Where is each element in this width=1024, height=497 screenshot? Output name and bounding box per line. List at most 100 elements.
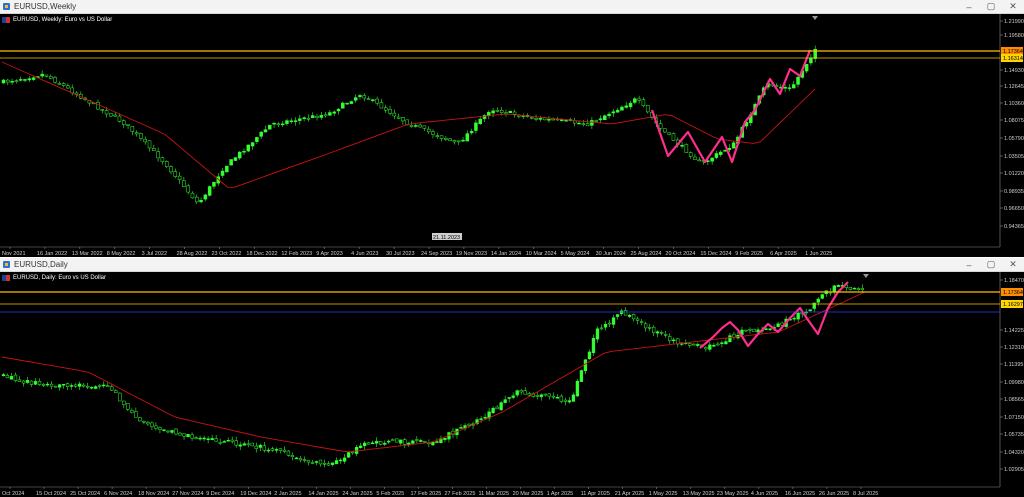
daily-price-chart[interactable]: 1.18470 1.17364 1.16297 1.14225 1.12310 1.113… (0, 272, 1024, 497)
candle-body (571, 394, 576, 402)
candle-body (250, 142, 255, 147)
candle-body (808, 309, 812, 312)
candle-body (435, 441, 439, 443)
candle-body (744, 329, 748, 332)
candle-body (234, 440, 238, 446)
candle-body (206, 438, 210, 440)
candle-body (723, 149, 727, 152)
time-axis-label: 11 Mar 2025 (479, 491, 509, 497)
candle-body (664, 334, 668, 336)
price-axis-label: 1.09980 (1004, 380, 1024, 386)
candle-body (160, 157, 165, 162)
candle-body (250, 442, 254, 447)
candle-body (61, 83, 66, 86)
candle-body (547, 393, 551, 397)
minimize-button[interactable]: – (958, 258, 980, 272)
candle-body (495, 110, 500, 112)
weekly-chart-canvas[interactable]: EURUSD, Weekly: Euro vs US Dollar 1.2199… (0, 14, 1024, 257)
candle-body (222, 441, 226, 443)
candle-body (581, 123, 586, 125)
candle-body (375, 98, 379, 104)
close-button[interactable]: ✕ (1002, 0, 1024, 14)
candle-body (423, 441, 427, 443)
candle-body (298, 118, 302, 121)
candle-body (342, 457, 347, 462)
price-axis-label: 1.12645 (1004, 84, 1024, 90)
candle-body (109, 113, 113, 117)
time-axis-label: 26 Jun 2025 (819, 491, 849, 497)
time-axis-label: 15 Oct 2024 (36, 491, 66, 497)
minimize-button[interactable]: – (958, 0, 980, 14)
candle-body (535, 395, 539, 397)
candle-body (396, 116, 401, 119)
candle-body (186, 185, 190, 193)
candle-body (13, 374, 18, 381)
candle-body (27, 78, 32, 81)
weekly-chart-window[interactable]: EURUSD,Weekly – ▢ ✕ EURUSD, Weekly: Euro… (0, 0, 1024, 257)
chart-shift-marker-icon (812, 16, 818, 20)
candle-body (598, 118, 603, 121)
candle-body (322, 462, 327, 465)
daily-chart-canvas[interactable]: EURUSD, Daily: Euro vs US Dollar 1.18470… (0, 272, 1024, 497)
candle-body (697, 159, 702, 162)
candle-body (512, 111, 517, 115)
weekly-symbol-text: EURUSD, Weekly: Euro vs US Dollar (13, 17, 113, 23)
daily-chart-window[interactable]: EURUSD,Daily – ▢ ✕ EURUSD, Daily: Euro v… (0, 258, 1024, 497)
price-axis-label: 1.01220 (1004, 171, 1024, 177)
candle-body (426, 128, 431, 133)
candle-body (559, 395, 563, 402)
candle-body (611, 317, 616, 325)
candle-body (198, 437, 202, 440)
time-axis-label: 3 Jul 2022 (142, 251, 167, 257)
candles-group (1, 281, 865, 468)
candle-body (671, 133, 676, 141)
chart-window-icon (2, 2, 11, 11)
daily-title-bar[interactable]: EURUSD,Daily – ▢ ✕ (0, 258, 1024, 272)
candle-body (202, 437, 206, 440)
candle-body (448, 138, 452, 141)
candle-body (65, 383, 70, 387)
candle-body (49, 383, 54, 387)
candle-body (856, 288, 861, 290)
candle-body (474, 122, 478, 131)
candle-body (591, 337, 596, 354)
candle-body (387, 440, 391, 443)
candle-body (563, 399, 568, 402)
close-button[interactable]: ✕ (1002, 258, 1024, 272)
candle-body (607, 322, 612, 325)
candle-body (787, 87, 792, 89)
time-axis-label: 24 Jan 2025 (342, 491, 372, 497)
candle-body (98, 385, 102, 387)
time-axis-label: 8 May 2022 (107, 251, 136, 257)
candle-body (415, 439, 419, 441)
candle-body (276, 123, 281, 126)
candle-body (259, 131, 263, 137)
time-axis-label: 20 Oct 2024 (665, 251, 695, 257)
time-axis-label: 15 Dec 2024 (700, 251, 731, 257)
candle-body (134, 411, 138, 418)
candle-body (684, 143, 689, 153)
candle-body (14, 80, 19, 82)
candle-body (667, 132, 671, 135)
candle-body (122, 400, 126, 406)
time-axis-label: 20 Mar 2025 (513, 491, 544, 497)
weekly-title-bar[interactable]: EURUSD,Weekly – ▢ ✕ (0, 0, 1024, 14)
candle-body (383, 107, 388, 111)
candle-body (459, 427, 463, 429)
candle-body (583, 359, 588, 372)
candle-body (315, 116, 319, 118)
weekly-price-chart[interactable]: 1.219901.195801.173641.163141.149301.126… (0, 14, 1024, 257)
candle-body (237, 151, 242, 159)
maximize-button[interactable]: ▢ (980, 0, 1002, 14)
candle-body (336, 108, 341, 112)
candle-body (599, 327, 604, 330)
maximize-button[interactable]: ▢ (980, 258, 1002, 272)
candle-body (551, 118, 555, 121)
candle-body (508, 110, 513, 114)
candle-body (796, 76, 800, 85)
candle-body (401, 117, 405, 122)
time-axis-label: Oct 2024 (2, 491, 24, 497)
candle-body (611, 111, 616, 114)
candle-body (286, 450, 291, 456)
candle-body (254, 445, 258, 449)
